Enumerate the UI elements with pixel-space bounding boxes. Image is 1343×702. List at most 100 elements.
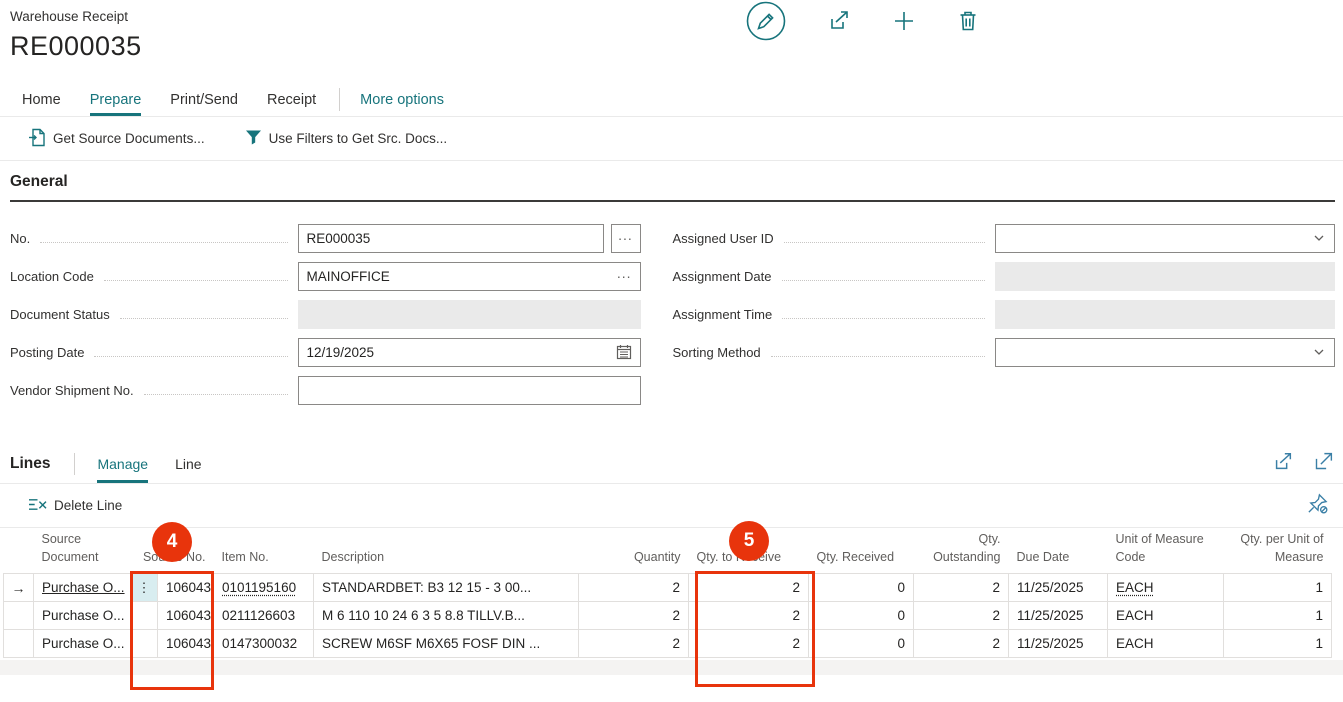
get-source-documents-action[interactable]: Get Source Documents...	[28, 128, 205, 150]
no-input[interactable]	[307, 231, 595, 246]
tab-more-options[interactable]: More options	[360, 83, 444, 116]
lines-tab-line[interactable]: Line	[175, 445, 201, 483]
row-menu-cell[interactable]: ⋮	[131, 574, 158, 602]
dotted-leader	[40, 234, 287, 243]
unit-of-measure-cell[interactable]: EACH	[1108, 602, 1224, 630]
item-no-cell[interactable]: 0147300032	[214, 630, 314, 658]
dotted-leader	[104, 272, 288, 281]
description-cell[interactable]: M 6 110 10 24 6 3 5 8.8 TILLV.B...	[314, 602, 579, 630]
dotted-leader	[782, 310, 985, 319]
focus-mode-icon[interactable]	[1313, 451, 1334, 477]
location-code-input[interactable]	[307, 269, 617, 284]
header-qty-received[interactable]: Qty. Received	[809, 528, 914, 574]
item-no-cell[interactable]: 0211126603	[214, 602, 314, 630]
header-qty-per-unit-of-measure[interactable]: Qty. per Unit of Measure	[1224, 528, 1332, 574]
qty-to-receive-cell[interactable]: 2	[689, 602, 809, 630]
field-location-code: Location Code ...	[10, 257, 641, 295]
assigned-user-id-input[interactable]	[1004, 231, 1312, 246]
breadcrumb[interactable]: Warehouse Receipt	[10, 9, 1343, 24]
unpin-icon[interactable]	[1306, 492, 1329, 520]
source-document-cell[interactable]: Purchase O...	[34, 574, 131, 602]
dotted-leader	[782, 272, 986, 281]
description-cell[interactable]: SCREW M6SF M6X65 FOSF DIN ...	[314, 630, 579, 658]
qty-received-cell[interactable]: 0	[809, 630, 914, 658]
use-filters-action[interactable]: Use Filters to Get Src. Docs...	[245, 129, 448, 149]
due-date-cell[interactable]: 11/25/2025	[1009, 574, 1108, 602]
row-menu-cell[interactable]	[131, 602, 158, 630]
qty-outstanding-cell[interactable]: 2	[914, 574, 1009, 602]
calendar-icon[interactable]	[616, 344, 632, 360]
tab-receipt[interactable]: Receipt	[267, 83, 316, 116]
edit-button[interactable]	[746, 1, 786, 41]
chevron-down-icon[interactable]	[1312, 345, 1326, 359]
vendor-shipment-no-input[interactable]	[307, 383, 632, 398]
dotted-leader	[120, 310, 288, 319]
share-button[interactable]	[827, 9, 851, 33]
source-no-cell[interactable]: 106043	[158, 574, 214, 602]
qty-to-receive-cell[interactable]: 2	[689, 630, 809, 658]
qty-received-cell[interactable]: 0	[809, 602, 914, 630]
general-heading[interactable]: General	[10, 173, 1335, 202]
grid-row[interactable]: Purchase O... 1060430147300032SCREW M6SF …	[4, 630, 1332, 658]
row-marker-cell[interactable]	[4, 630, 34, 658]
tab-print-send[interactable]: Print/Send	[170, 83, 238, 116]
description-cell[interactable]: STANDARDBET: B3 12 15 - 3 00...	[314, 574, 579, 602]
due-date-cell[interactable]: 11/25/2025	[1009, 630, 1108, 658]
location-lookup-ellipsis[interactable]: ...	[617, 265, 632, 287]
qty-outstanding-cell[interactable]: 2	[914, 602, 1009, 630]
tab-prepare[interactable]: Prepare	[90, 83, 142, 116]
lines-toolbar: Delete Line	[0, 484, 1343, 528]
qty-per-unit-of-measure-cell[interactable]: 1	[1224, 574, 1332, 602]
header-due-date[interactable]: Due Date	[1009, 528, 1108, 574]
lines-header: Lines Manage Line	[0, 445, 1343, 484]
source-document-cell[interactable]: Purchase O...	[34, 602, 131, 630]
row-marker-cell[interactable]: →	[4, 574, 34, 602]
header-source-no[interactable]: Source No.	[131, 528, 214, 574]
quantity-cell[interactable]: 2	[579, 630, 689, 658]
qty-received-cell[interactable]: 0	[809, 574, 914, 602]
delete-line-action[interactable]: Delete Line	[28, 496, 122, 516]
tab-home[interactable]: Home	[22, 83, 61, 116]
posting-date-label: Posting Date	[10, 345, 84, 360]
source-no-cell[interactable]: 106043	[158, 630, 214, 658]
item-no-cell[interactable]: 0101195160	[214, 574, 314, 602]
posting-date-input[interactable]	[307, 345, 616, 360]
action-label: Get Source Documents...	[53, 131, 205, 146]
header-qty-to-receive[interactable]: Qty. to Receive	[689, 528, 809, 574]
qty-outstanding-cell[interactable]: 2	[914, 630, 1009, 658]
pencil-icon	[746, 1, 786, 41]
header-source-document[interactable]: Source Document	[34, 528, 131, 574]
lines-share-icon[interactable]	[1272, 451, 1294, 478]
row-menu-cell[interactable]	[131, 630, 158, 658]
grid-row[interactable]: →Purchase O...⋮1060430101195160STANDARDB…	[4, 574, 1332, 602]
sorting-method-label: Sorting Method	[673, 345, 761, 360]
new-button[interactable]	[892, 9, 916, 33]
plus-icon	[892, 9, 916, 33]
field-no: No. ...	[10, 219, 641, 257]
qty-per-unit-of-measure-cell[interactable]: 1	[1224, 630, 1332, 658]
header-quantity[interactable]: Quantity	[579, 528, 689, 574]
header-qty-outstanding[interactable]: Qty. Outstanding	[914, 528, 1009, 574]
delete-button[interactable]	[957, 9, 979, 33]
header-description[interactable]: Description	[314, 528, 579, 574]
document-arrow-icon	[28, 128, 46, 150]
chevron-down-icon[interactable]	[1312, 231, 1326, 245]
row-marker-cell[interactable]	[4, 602, 34, 630]
qty-per-unit-of-measure-cell[interactable]: 1	[1224, 602, 1332, 630]
qty-to-receive-cell[interactable]: 2	[689, 574, 809, 602]
source-no-cell[interactable]: 106043	[158, 602, 214, 630]
source-document-cell[interactable]: Purchase O...	[34, 630, 131, 658]
due-date-cell[interactable]: 11/25/2025	[1009, 602, 1108, 630]
quantity-cell[interactable]: 2	[579, 574, 689, 602]
quantity-cell[interactable]: 2	[579, 602, 689, 630]
lines-tab-manage[interactable]: Manage	[97, 445, 148, 483]
assigned-user-id-label: Assigned User ID	[673, 231, 774, 246]
header-unit-of-measure-code[interactable]: Unit of Measure Code	[1108, 528, 1224, 574]
header-item-no[interactable]: Item No.	[214, 528, 314, 574]
field-posting-date: Posting Date	[10, 333, 641, 371]
unit-of-measure-cell[interactable]: EACH	[1108, 630, 1224, 658]
unit-of-measure-cell[interactable]: EACH	[1108, 574, 1224, 602]
no-assist-edit-button[interactable]: ...	[611, 224, 641, 253]
sorting-method-input[interactable]	[1004, 345, 1312, 360]
grid-row[interactable]: Purchase O... 1060430211126603M 6 110 10 …	[4, 602, 1332, 630]
